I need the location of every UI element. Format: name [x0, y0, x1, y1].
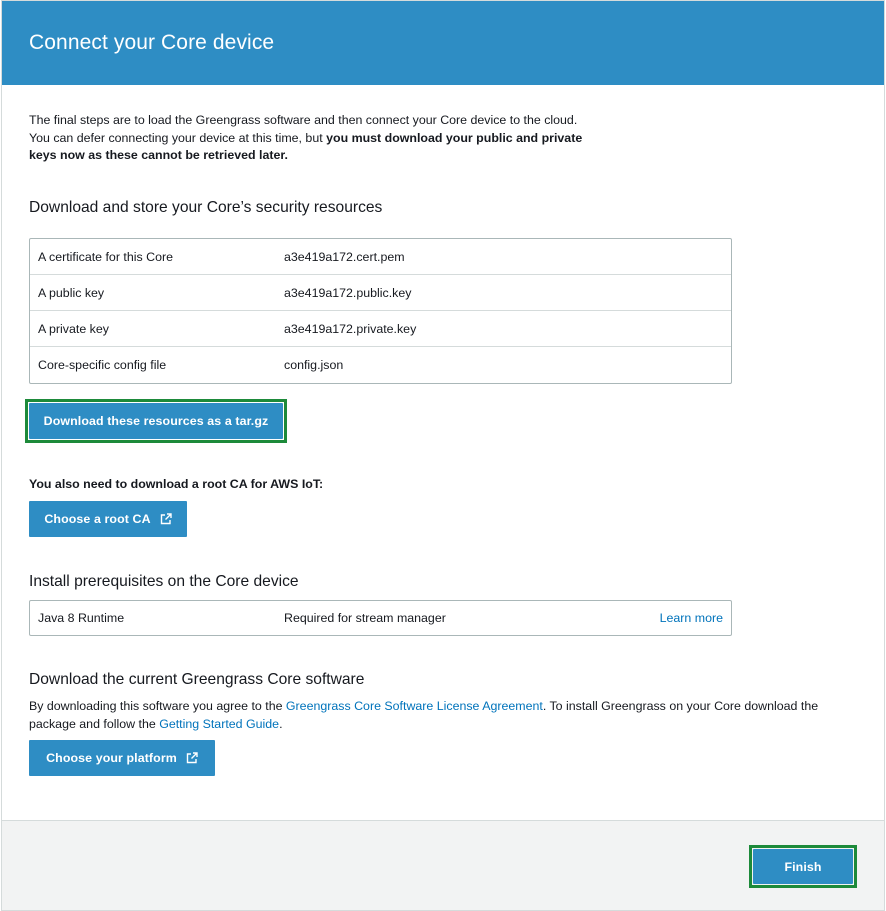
software-heading: Download the current Greengrass Core sof… [29, 671, 365, 688]
prerequisite-name: Java 8 Runtime [38, 611, 125, 625]
finish-button[interactable]: Finish [753, 849, 853, 884]
security-resources-table: A certificate for this Core a3e419a172.c… [29, 238, 732, 384]
table-row: A certificate for this Core a3e419a172.c… [30, 239, 731, 275]
resource-label: A public key [38, 286, 105, 300]
resource-file: config.json [284, 358, 344, 372]
license-agreement-link[interactable]: Greengrass Core Software License Agreeme… [286, 699, 543, 713]
table-row: Core-specific config file config.json [30, 347, 731, 383]
security-heading: Download and store your Core’s security … [29, 199, 383, 216]
choose-root-ca-button[interactable]: Choose a root CA [29, 501, 187, 537]
choose-platform-label: Choose your platform [46, 751, 177, 765]
prerequisites-table: Java 8 Runtime Required for stream manag… [29, 600, 732, 636]
software-text-1: By downloading this software you agree t… [29, 699, 286, 713]
resource-file: a3e419a172.public.key [284, 286, 412, 300]
wizard-panel: Connect your Core device The final steps… [1, 0, 885, 911]
software-text-3: . [279, 716, 283, 731]
getting-started-link[interactable]: Getting Started Guide [159, 717, 279, 731]
choose-root-ca-label: Choose a root CA [44, 512, 151, 526]
download-resources-button[interactable]: Download these resources as a tar.gz [29, 403, 283, 439]
resource-label: A certificate for this Core [38, 250, 173, 264]
table-row: A private key a3e419a172.private.key [30, 311, 731, 347]
table-row: Java 8 Runtime Required for stream manag… [30, 601, 731, 635]
learn-more-link[interactable]: Learn more [660, 611, 723, 625]
software-description: By downloading this software you agree t… [29, 698, 859, 733]
choose-platform-button[interactable]: Choose your platform [29, 740, 215, 776]
resource-label: Core-specific config file [38, 358, 167, 372]
root-ca-label: You also need to download a root CA for … [29, 477, 324, 491]
page-title: Connect your Core device [29, 31, 275, 54]
prerequisite-description: Required for stream manager [284, 611, 446, 625]
resource-file: a3e419a172.cert.pem [284, 250, 405, 264]
prerequisites-heading: Install prerequisites on the Core device [29, 573, 299, 590]
resource-file: a3e419a172.private.key [284, 322, 417, 336]
external-link-icon [160, 513, 172, 525]
table-row: A public key a3e419a172.public.key [30, 275, 731, 311]
intro-text: The final steps are to load the Greengra… [29, 112, 589, 165]
external-link-icon [186, 752, 198, 764]
resource-label: A private key [38, 322, 109, 336]
page-header: Connect your Core device [2, 1, 884, 85]
